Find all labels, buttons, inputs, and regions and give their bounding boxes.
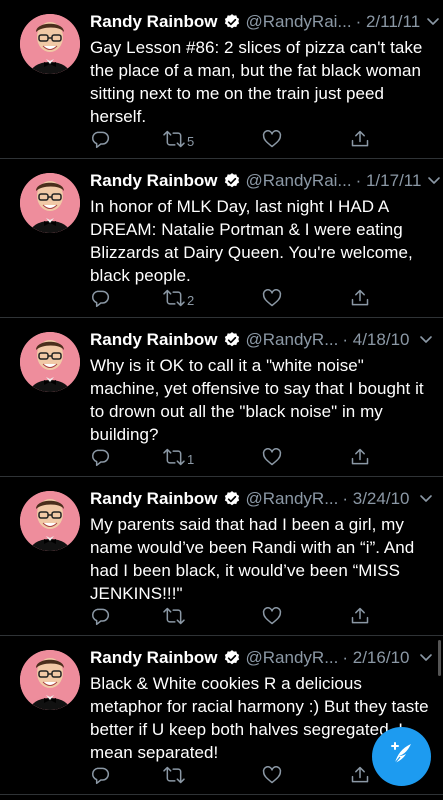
tweet-text: My parents said that had I been a girl, … (90, 515, 415, 603)
reply-icon (90, 447, 110, 467)
share-icon (350, 447, 370, 467)
tweet[interactable]: Randy Rainbow @RandyRai... · 2/11/11 Gay… (0, 0, 443, 159)
verified-badge-icon (223, 490, 241, 508)
avatar[interactable] (20, 650, 80, 710)
tweet-date[interactable]: · 1/17/11 (356, 170, 422, 192)
tweet[interactable]: Randy Rainbow @RandyR... · 4/18/10 Why i… (0, 318, 443, 477)
chevron-down-icon[interactable] (413, 494, 433, 504)
compose-tweet-icon (387, 739, 417, 774)
retweet-count: 2 (187, 292, 195, 308)
like-button[interactable] (262, 764, 283, 786)
tweet-text: Gay Lesson #86: 2 slices of pizza can't … (90, 38, 423, 126)
reply-button[interactable] (90, 605, 110, 627)
reply-button[interactable] (90, 446, 110, 468)
avatar[interactable] (20, 332, 80, 392)
tweet-actions (90, 605, 380, 627)
reply-icon (90, 765, 110, 785)
tweet-actions (90, 764, 380, 786)
reply-button[interactable] (90, 287, 110, 309)
handle[interactable]: @RandyR... (246, 329, 339, 351)
reply-icon (90, 288, 110, 308)
retweet-button[interactable]: 5 (162, 128, 194, 150)
chevron-down-icon[interactable] (420, 17, 440, 27)
chevron-down-icon[interactable] (413, 653, 433, 663)
compose-tweet-button[interactable] (372, 727, 431, 786)
tweet-date[interactable]: · 2/11/11 (356, 11, 421, 33)
retweet-icon (162, 765, 186, 785)
reply-button[interactable] (90, 128, 110, 150)
tweet[interactable]: Randy Rainbow @RandyRai... · 1/17/11 In … (0, 159, 443, 318)
verified-badge-icon (223, 13, 241, 31)
display-name[interactable]: Randy Rainbow (90, 488, 218, 510)
like-button[interactable] (262, 605, 283, 627)
reply-icon (90, 606, 110, 626)
display-name[interactable]: Randy Rainbow (90, 329, 218, 351)
like-button[interactable] (262, 128, 283, 150)
retweet-count: 1 (187, 451, 195, 467)
retweet-icon (162, 129, 186, 149)
retweet-button[interactable]: 2 (162, 287, 194, 309)
heart-icon (262, 288, 282, 308)
tweet-date[interactable]: · 4/18/10 (342, 329, 409, 351)
tweet[interactable]: Randy Rainbow @RandyR... · 3/24/10 My pa… (0, 477, 443, 636)
share-button[interactable] (350, 605, 370, 627)
heart-icon (262, 765, 282, 785)
handle[interactable]: @RandyRai... (246, 170, 352, 192)
share-icon (350, 288, 370, 308)
heart-icon (262, 129, 282, 149)
heart-icon (262, 606, 282, 626)
tweet-actions: 1 (90, 446, 380, 468)
share-button[interactable] (350, 128, 370, 150)
tweet-text: In honor of MLK Day, last night I HAD A … (90, 197, 413, 285)
avatar[interactable] (20, 14, 80, 74)
verified-badge-icon (223, 649, 241, 667)
share-icon (350, 129, 370, 149)
like-button[interactable] (262, 446, 283, 468)
chevron-down-icon[interactable] (413, 335, 433, 345)
share-button[interactable] (350, 446, 370, 468)
handle[interactable]: @RandyRai... (246, 11, 352, 33)
retweet-icon (162, 447, 186, 467)
verified-badge-icon (223, 331, 241, 349)
handle[interactable]: @RandyR... (246, 488, 339, 510)
scrollbar[interactable] (438, 640, 441, 676)
like-button[interactable] (262, 287, 283, 309)
retweet-count: 5 (187, 133, 195, 149)
timeline: Randy Rainbow @RandyRai... · 2/11/11 Gay… (0, 0, 443, 795)
tweet-date[interactable]: · 3/24/10 (342, 488, 409, 510)
reply-icon (90, 129, 110, 149)
retweet-button[interactable]: 1 (162, 446, 194, 468)
tweet-actions: 5 (90, 128, 380, 150)
display-name[interactable]: Randy Rainbow (90, 170, 218, 192)
display-name[interactable]: Randy Rainbow (90, 647, 218, 669)
tweet-actions: 2 (90, 287, 380, 309)
reply-button[interactable] (90, 764, 110, 786)
avatar[interactable] (20, 491, 80, 551)
chevron-down-icon[interactable] (421, 176, 441, 186)
handle[interactable]: @RandyR... (246, 647, 339, 669)
share-icon (350, 765, 370, 785)
retweet-button[interactable] (162, 605, 187, 627)
display-name[interactable]: Randy Rainbow (90, 11, 218, 33)
tweet-text: Why is it OK to call it a "white noise" … (90, 356, 424, 444)
share-button[interactable] (350, 287, 370, 309)
retweet-icon (162, 606, 186, 626)
heart-icon (262, 447, 282, 467)
verified-badge-icon (223, 172, 241, 190)
avatar[interactable] (20, 173, 80, 233)
retweet-button[interactable] (162, 764, 187, 786)
retweet-icon (162, 288, 186, 308)
tweet-date[interactable]: · 2/16/10 (342, 647, 409, 669)
share-button[interactable] (350, 764, 370, 786)
share-icon (350, 606, 370, 626)
